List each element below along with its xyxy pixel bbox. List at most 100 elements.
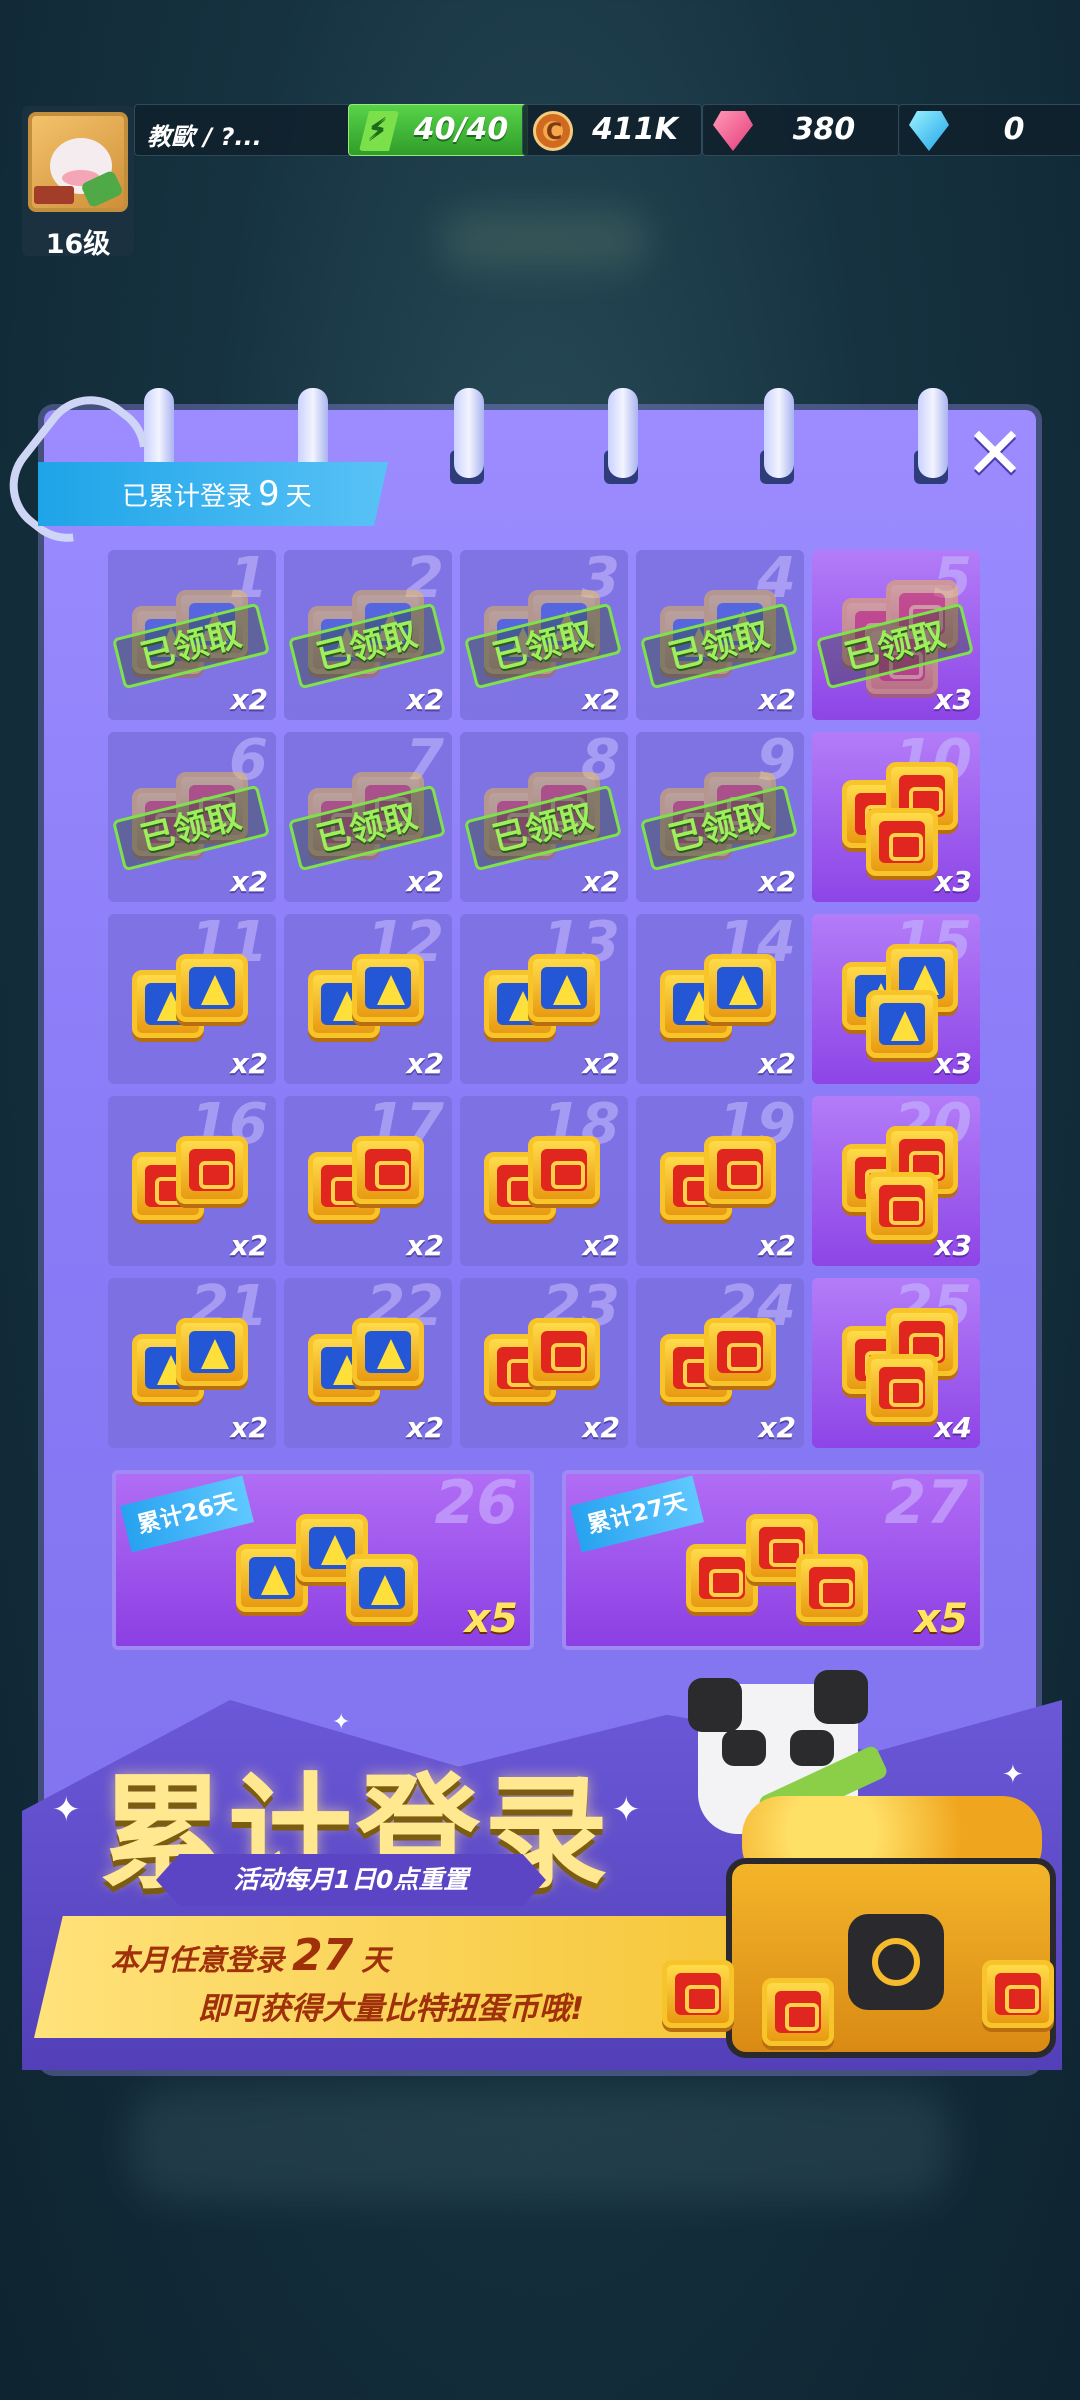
energy-counter[interactable]: 40/40 — [348, 104, 528, 156]
cumulative-tag: 累计27天 — [570, 1475, 704, 1553]
reward-quantity: x2 — [406, 865, 444, 898]
diamond-counter[interactable]: 0 — [898, 104, 1080, 156]
reward-cell-day-11[interactable]: 11 x2 — [108, 914, 276, 1084]
reward-cell-day-7[interactable]: 7 已领取 x2 — [284, 732, 452, 902]
reward-cell-day-8[interactable]: 8 已领取 x2 — [460, 732, 628, 902]
close-button[interactable]: ✕ — [960, 417, 1030, 490]
player-avatar-box[interactable]: 16级 — [22, 106, 134, 260]
reward-cell-day-6[interactable]: 6 已领取 x2 — [108, 732, 276, 902]
reward-quantity: x3 — [934, 683, 972, 716]
reward-cell-day-15[interactable]: 15x3 — [812, 914, 980, 1084]
reward-cell-day-19[interactable]: 19 x2 — [636, 1096, 804, 1266]
ribbon-line1-suffix: 天 — [361, 1943, 391, 1977]
reward-quantity: x2 — [758, 683, 796, 716]
close-icon[interactable]: ✕ — [965, 411, 1025, 495]
coin-counter[interactable]: 411K — [522, 104, 702, 158]
reward-cell-day-24[interactable]: 24 x2 — [636, 1278, 804, 1448]
ribbon-line2: 即可获得大量比特扭蛋币哦! — [198, 1991, 585, 2027]
player-level: 16级 — [45, 229, 111, 260]
reward-quantity: x3 — [934, 1047, 972, 1080]
red-capsule-box-icon — [662, 1960, 734, 2028]
coin-icon — [533, 108, 573, 158]
binder-ring — [918, 388, 948, 478]
pink-gem-icon — [713, 111, 753, 151]
red-capsule-box-icon — [528, 1318, 600, 1386]
red-capsule-box-icon — [762, 1978, 834, 2046]
avatar-basket — [34, 186, 74, 204]
panda-eye — [722, 1730, 766, 1766]
reward-cell-day-23[interactable]: 23 x2 — [460, 1278, 628, 1448]
reward-quantity: x4 — [934, 1411, 972, 1444]
login-label-suffix: 天 — [285, 482, 312, 512]
day-number: 27 — [884, 1470, 969, 1538]
blue-capsule-box-icon — [352, 1318, 424, 1386]
panda-ear — [814, 1670, 868, 1724]
red-capsule-box-icon — [704, 1136, 776, 1204]
login-days-tag: 已累计登录 9 天 — [38, 462, 388, 526]
diamond-value: 0 — [1003, 112, 1025, 147]
background-blur — [130, 2090, 950, 2200]
reward-card-day-26[interactable]: 累计26天 26 x5 — [112, 1470, 534, 1650]
reward-quantity: x2 — [582, 683, 620, 716]
chest-lock-icon — [848, 1914, 944, 2010]
reward-cell-day-22[interactable]: 22 x2 — [284, 1278, 452, 1448]
red-capsule-box-icon — [352, 1136, 424, 1204]
reward-cell-day-1[interactable]: 1 已领取 x2 — [108, 550, 276, 720]
gem-counter[interactable]: 380 — [702, 104, 900, 156]
reward-quantity: x2 — [406, 1229, 444, 1262]
reward-quantity: x3 — [934, 865, 972, 898]
reward-quantity: x2 — [758, 1229, 796, 1262]
blue-capsule-box-icon — [176, 1318, 248, 1386]
reward-cell-day-5[interactable]: 5已领取x3 — [812, 550, 980, 720]
info-ribbon: 本月任意登录 27 天 即可获得大量比特扭蛋币哦! — [34, 1916, 754, 2038]
reward-cell-day-3[interactable]: 3 已领取 x2 — [460, 550, 628, 720]
reward-quantity: x2 — [582, 1047, 620, 1080]
ribbon-days: 27 — [292, 1930, 354, 1981]
reward-quantity: x2 — [230, 683, 268, 716]
reward-cell-day-9[interactable]: 9 已领取 x2 — [636, 732, 804, 902]
reward-cell-day-16[interactable]: 16 x2 — [108, 1096, 276, 1266]
reward-cell-day-21[interactable]: 21 x2 — [108, 1278, 276, 1448]
reward-quantity: x2 — [758, 1411, 796, 1444]
reward-quantity: x5 — [464, 1596, 518, 1642]
reward-cell-day-4[interactable]: 4 已领取 x2 — [636, 550, 804, 720]
energy-value: 40/40 — [413, 112, 509, 147]
login-label-prefix: 已累计登录 — [122, 482, 253, 512]
reward-quantity: x2 — [582, 1411, 620, 1444]
blue-capsule-box-icon — [528, 954, 600, 1022]
reward-cell-day-14[interactable]: 14 x2 — [636, 914, 804, 1084]
panda-eye — [790, 1730, 834, 1766]
reward-quantity: x2 — [230, 1229, 268, 1262]
reward-quantity: x2 — [758, 1047, 796, 1080]
ribbon-line1-prefix: 本月任意登录 — [110, 1943, 285, 1977]
red-capsule-box-icon — [176, 1136, 248, 1204]
reward-cell-day-25[interactable]: 25x4 — [812, 1278, 980, 1448]
blue-capsule-box-icon — [352, 954, 424, 1022]
avatar[interactable] — [28, 112, 128, 212]
reward-cell-day-10[interactable]: 10x3 — [812, 732, 980, 902]
reward-quantity: x2 — [406, 1047, 444, 1080]
reward-cell-day-20[interactable]: 20x3 — [812, 1096, 980, 1266]
day-number: 26 — [434, 1470, 519, 1538]
reward-cell-day-18[interactable]: 18 x2 — [460, 1096, 628, 1266]
red-capsule-box-icon — [796, 1554, 868, 1622]
reward-cell-day-13[interactable]: 13 x2 — [460, 914, 628, 1084]
reward-quantity: x3 — [934, 1229, 972, 1262]
red-capsule-box-icon — [528, 1136, 600, 1204]
red-capsule-box-icon — [866, 1354, 938, 1422]
reward-quantity: x2 — [230, 1411, 268, 1444]
reward-card-day-27[interactable]: 累计27天 27 x5 — [562, 1470, 984, 1650]
player-name: 教歐 / ?... — [134, 104, 356, 156]
reward-cell-day-2[interactable]: 2 已领取 x2 — [284, 550, 452, 720]
reward-cell-day-12[interactable]: 12 x2 — [284, 914, 452, 1084]
gem-value: 380 — [792, 112, 856, 147]
reward-quantity: x2 — [230, 1047, 268, 1080]
reset-note: 活动每月1日0点重置 — [156, 1854, 546, 1906]
binder-ring — [454, 388, 484, 478]
blue-capsule-box-icon — [866, 990, 938, 1058]
reward-cell-day-17[interactable]: 17 x2 — [284, 1096, 452, 1266]
reward-quantity: x2 — [582, 865, 620, 898]
blue-capsule-box-icon — [704, 954, 776, 1022]
cumulative-login-banner: ✦ ✦ ✦ ✦ 累计登录 活动每月1日0点重置 本月任意登录 27 天 即可获得大量… — [22, 1660, 1062, 2070]
reward-quantity: x2 — [406, 1411, 444, 1444]
